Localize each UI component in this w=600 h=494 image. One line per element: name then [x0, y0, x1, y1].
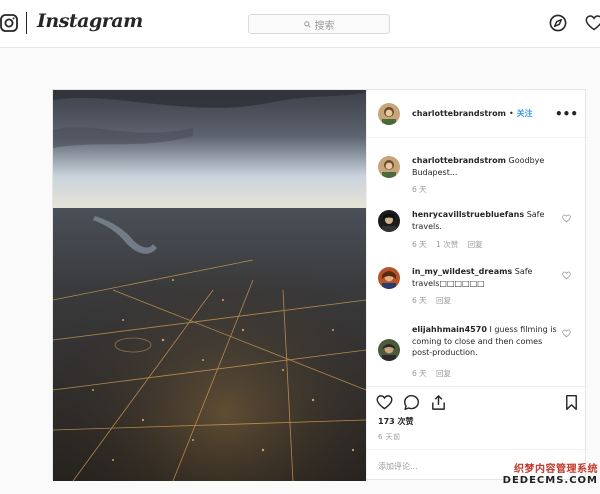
comment-bubble-icon[interactable]: [403, 394, 420, 411]
avatar[interactable]: [378, 102, 400, 125]
nav-divider: [26, 12, 27, 34]
comment-likes[interactable]: 1 次赞: [436, 240, 458, 249]
post-card: charlottebrandstrom • 关注 ••• charlottebr…: [52, 89, 588, 481]
comment-like-heart-icon[interactable]: [562, 271, 571, 280]
comment-text: charlottebrandstrom Goodbye Budapest...: [412, 155, 564, 178]
reply-button[interactable]: 回复: [436, 369, 451, 378]
comment-time[interactable]: 6 天: [412, 185, 427, 194]
comment-meta: 6 天 回复: [412, 295, 458, 306]
comment-username[interactable]: elijahhmain4570: [412, 325, 487, 334]
comment-username[interactable]: charlottebrandstrom: [412, 156, 506, 165]
more-options-icon[interactable]: •••: [555, 108, 578, 120]
avatar[interactable]: [378, 339, 400, 361]
explore-compass-icon[interactable]: [549, 14, 567, 32]
comments-list: charlottebrandstrom Goodbye Budapest... …: [367, 138, 588, 386]
comment-text: in_my_wildest_dreams Safe travels□□□□□□: [412, 266, 564, 289]
avatar[interactable]: [378, 267, 400, 289]
comment-like-heart-icon[interactable]: [562, 214, 571, 223]
separator-dot: •: [508, 109, 514, 118]
aerial-city-image: [53, 90, 366, 481]
post-photo[interactable]: [53, 90, 366, 481]
likes-count[interactable]: 173 次赞: [378, 416, 413, 427]
watermark-line-1: 织梦内容管理系统: [514, 464, 598, 475]
instagram-wordmark[interactable]: Instagram: [37, 10, 143, 32]
comment-time[interactable]: 6 天: [412, 369, 427, 378]
share-icon[interactable]: [430, 394, 447, 411]
watermark: 织梦内容管理系统 DEDECMS.COM: [503, 460, 598, 486]
search-placeholder: 搜索: [314, 20, 335, 32]
reply-button[interactable]: 回复: [468, 240, 483, 249]
comment-meta: 6 天: [412, 184, 434, 195]
like-heart-icon[interactable]: [376, 394, 393, 411]
avatar[interactable]: [378, 210, 400, 232]
reply-button[interactable]: 回复: [436, 296, 451, 305]
top-navigation: Instagram 搜索: [0, 0, 600, 48]
comment-like-heart-icon[interactable]: [562, 329, 571, 338]
search-icon: [303, 20, 311, 28]
save-bookmark-icon[interactable]: [563, 394, 580, 411]
avatar[interactable]: [378, 156, 400, 178]
comment-meta: 6 天 1 次赞 回复: [412, 239, 490, 250]
follow-button[interactable]: 关注: [517, 108, 533, 119]
search-input[interactable]: 搜索: [248, 14, 390, 34]
post-sidebar: charlottebrandstrom • 关注 ••• charlottebr…: [366, 90, 588, 481]
comment-username[interactable]: in_my_wildest_dreams: [412, 267, 512, 276]
comment-text: elijahhmain4570 I guess filming is comin…: [412, 324, 564, 359]
comment-time[interactable]: 6 天: [412, 296, 427, 305]
post-author-link[interactable]: charlottebrandstrom: [412, 109, 506, 118]
instagram-camera-icon[interactable]: [0, 14, 18, 32]
comment-time[interactable]: 6 天: [412, 240, 427, 249]
activity-heart-icon[interactable]: [585, 14, 600, 32]
comment-meta: 6 天 回复: [412, 368, 458, 379]
comment-username[interactable]: henrycavillstruebluefans: [412, 210, 524, 219]
post-timestamp[interactable]: 6 天前: [378, 432, 401, 442]
watermark-line-2: DEDECMS.COM: [502, 475, 598, 486]
comment-text: henrycavillstruebluefans Safe travels.: [412, 209, 564, 232]
post-header: charlottebrandstrom • 关注 •••: [367, 90, 588, 138]
